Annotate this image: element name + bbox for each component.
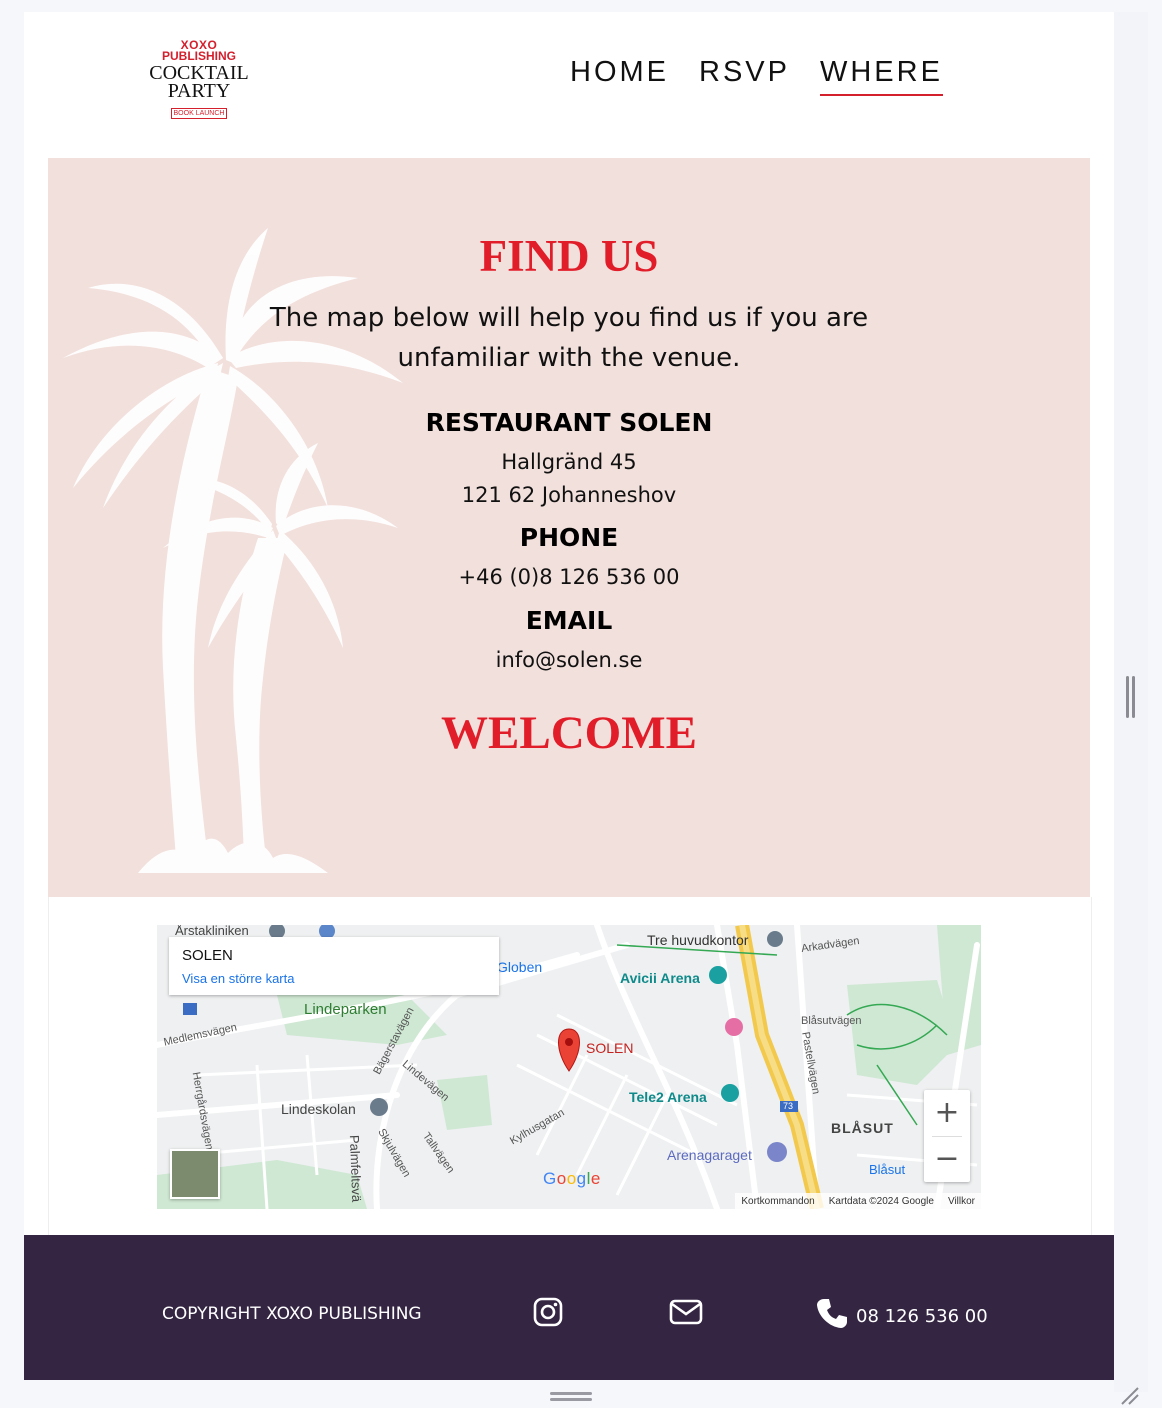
map-route-73: 73 (783, 1101, 794, 1111)
map-label-tele2-arena: Tele2 Arena (629, 1089, 707, 1105)
zoom-controls: + − (924, 1090, 970, 1182)
find-us-section: FIND US The map below will help you find… (48, 158, 1090, 897)
site-logo[interactable]: XOXO PUBLISHING COCKTAIL PARTY BOOK LAUN… (140, 39, 258, 119)
address-line-1: Hallgränd 45 (501, 450, 637, 474)
phone-heading: PHONE (519, 523, 619, 552)
site-footer: COPYRIGHT XOXO PUBLISHING 08 126 536 00 (24, 1235, 1114, 1380)
map-card-title: SOLEN (182, 947, 233, 964)
map-pin-label-solen[interactable]: SOLEN (586, 1040, 633, 1056)
map-label-lindeparken: Lindeparken (304, 1001, 387, 1018)
map-info-card: SOLEN Visa en större karta (169, 937, 499, 995)
logo-line-5: BOOK LAUNCH (170, 108, 228, 119)
find-us-title: FIND US (479, 231, 659, 281)
email-heading: EMAIL (525, 606, 613, 635)
zoom-in-button[interactable]: + (924, 1090, 970, 1136)
map-label-palmfeltsvagen: Palmfeltsvä (346, 1134, 365, 1203)
bottom-resize-handle[interactable] (550, 1392, 592, 1401)
footer-phone-link[interactable]: 08 126 536 00 (816, 1297, 988, 1329)
resize-corner-icon[interactable] (1118, 1384, 1142, 1408)
venue-email[interactable]: info@solen.se (48, 644, 1090, 677)
address-line-2: 121 62 Johanneshov (461, 483, 677, 507)
map-label-tre-huvudkontor: Tre huvudkontor (647, 932, 749, 948)
phone-icon (817, 1299, 847, 1328)
map-data-text: Kartdata ©2024 Google (828, 1195, 934, 1207)
envelope-icon[interactable] (669, 1299, 703, 1325)
venue-heading: RESTAURANT SOLEN (425, 408, 713, 437)
intro-text: The map below will help you find us if y… (269, 303, 869, 373)
venue-phone: +46 (0)8 126 536 00 (458, 565, 680, 589)
satellite-toggle[interactable] (170, 1149, 220, 1199)
map-label-blasut: BLÅSUT (831, 1120, 894, 1136)
instagram-icon[interactable] (533, 1297, 563, 1327)
welcome-title: WELCOME (441, 707, 697, 759)
nav-home[interactable]: HOME (570, 56, 669, 96)
keyboard-shortcuts-link[interactable]: Kortkommandon (741, 1196, 814, 1207)
view-larger-map-link[interactable]: Visa en större karta (182, 971, 294, 986)
map-attribution: Kortkommandon Kartdata ©2024 Google Vill… (735, 1193, 981, 1209)
main-nav: HOME RSVP WHERE (570, 56, 973, 96)
footer-phone-number: 08 126 536 00 (856, 1305, 988, 1327)
copyright-text: COPYRIGHT XOXO PUBLISHING (162, 1304, 422, 1324)
logo-line-4: PARTY (167, 80, 231, 102)
map-label-arenagaraget: Arenagaraget (667, 1147, 752, 1163)
nav-rsvp[interactable]: RSVP (699, 56, 790, 96)
map-label-globen: Globen (497, 959, 543, 975)
map-label-blasut-station: Blåsut (869, 1162, 906, 1177)
terms-link[interactable]: Villkor (948, 1196, 975, 1207)
zoom-out-button[interactable]: − (924, 1136, 970, 1182)
embedded-map[interactable]: Årstakliniken Tre huvudkontor Arkadvägen… (157, 925, 981, 1209)
map-label-avicii-arena: Avicii Arena (620, 970, 700, 986)
nav-where[interactable]: WHERE (819, 56, 943, 96)
map-label-lindeskolan: Lindeskolan (281, 1101, 356, 1117)
side-resize-handle[interactable] (1126, 676, 1136, 718)
map-label-blasutvagen: Blåsutvägen (801, 1015, 862, 1027)
google-logo: Google (543, 1169, 601, 1188)
